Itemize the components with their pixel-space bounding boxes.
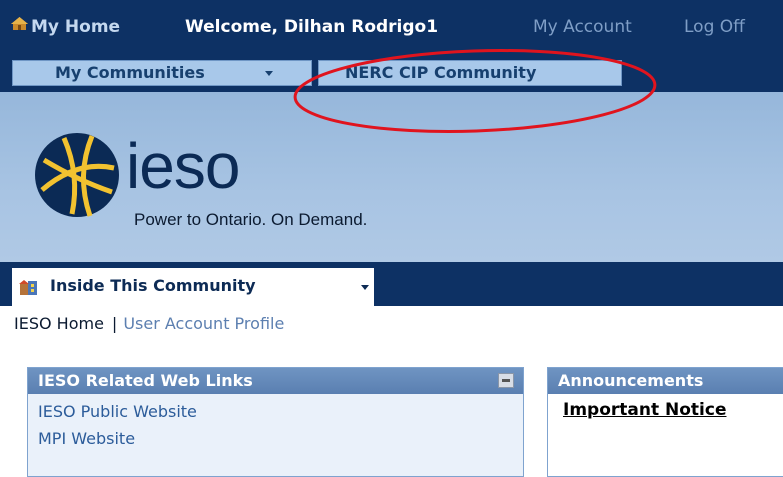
announcements-panel: Announcements Important Notice — [547, 367, 783, 477]
chevron-down-icon — [361, 285, 369, 290]
inside-community-label: Inside This Community — [50, 276, 256, 295]
subnav-separator: | — [111, 314, 118, 333]
banner: ieso Power to Ontario. On Demand. — [0, 92, 783, 262]
ieso-star-logo-icon — [35, 133, 119, 217]
ieso-logo-text: ieso — [126, 130, 240, 202]
user-account-profile-link[interactable]: User Account Profile — [123, 314, 284, 333]
my-home-link[interactable]: My Home — [31, 16, 120, 38]
web-links-title: IESO Related Web Links — [38, 371, 253, 390]
web-links-panel: IESO Related Web Links IESO Public Websi… — [27, 367, 524, 477]
tab-my-communities[interactable]: My Communities — [12, 60, 312, 86]
community-tabs: My Communities NERC CIP Community — [0, 44, 783, 92]
welcome-text: Welcome, Dilhan Rodrigo1 — [185, 17, 439, 37]
inside-community-menu[interactable]: Inside This Community — [12, 268, 374, 306]
top-bar: My Home Welcome, Dilhan Rodrigo1 My Acco… — [0, 0, 783, 44]
mpi-website-link[interactable]: MPI Website — [38, 429, 135, 448]
ieso-public-website-link[interactable]: IESO Public Website — [38, 402, 197, 421]
tab-nerc-cip-community[interactable]: NERC CIP Community — [318, 60, 622, 86]
tab-nerc-cip-label: NERC CIP Community — [345, 63, 537, 82]
web-links-header: IESO Related Web Links — [28, 368, 523, 394]
minimize-icon[interactable] — [498, 373, 514, 388]
inside-community-bar: Inside This Community — [0, 262, 783, 306]
sub-navigation: IESO Home | User Account Profile — [14, 314, 284, 333]
home-icon — [11, 17, 28, 30]
announcements-header: Announcements — [548, 368, 783, 394]
announcements-title: Announcements — [558, 371, 704, 390]
tab-my-communities-label: My Communities — [55, 63, 205, 82]
ieso-home-link[interactable]: IESO Home — [14, 314, 104, 333]
banner-tagline: Power to Ontario. On Demand. — [134, 210, 368, 229]
chevron-down-icon — [265, 71, 273, 76]
my-account-link[interactable]: My Account — [533, 16, 632, 38]
important-notice-link[interactable]: Important Notice — [563, 400, 726, 420]
log-off-link[interactable]: Log Off — [684, 16, 745, 38]
building-icon — [19, 280, 37, 295]
